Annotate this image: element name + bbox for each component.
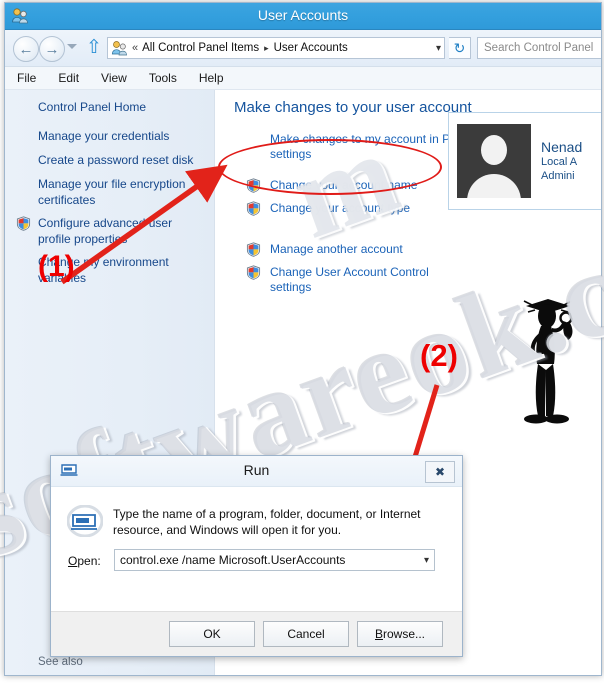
chevron-down-icon[interactable]: ▾ <box>424 555 429 566</box>
uac-shield-icon <box>16 216 31 231</box>
user-account-scope: Local A <box>541 156 578 168</box>
browse-accel: B <box>374 627 383 641</box>
sidebar-item-manage-credentials[interactable]: Manage your credentials <box>5 128 214 145</box>
sidebar-item-control-panel-home[interactable]: Control Panel Home <box>38 100 146 114</box>
run-dialog-body: Type the name of a program, folder, docu… <box>51 487 462 611</box>
address-overflow-chevron[interactable]: « <box>132 42 138 54</box>
uac-shield-icon <box>246 242 261 257</box>
user-meta: Nenad Local A Admini <box>541 139 582 183</box>
close-button[interactable]: ✖ <box>425 461 455 483</box>
sidebar-item-label: Manage your credentials <box>38 129 170 143</box>
breadcrumb-user-accounts[interactable]: User Accounts <box>274 42 348 54</box>
page-title: Make changes to your user account <box>234 99 472 116</box>
current-user-tile: Nenad Local A Admini <box>448 112 601 210</box>
menu-help[interactable]: Help <box>199 71 224 85</box>
navigation-bar: ← → ⇧ « All Control Panel Items ▸ User A… <box>5 30 601 67</box>
uac-shield-icon <box>246 178 261 193</box>
avatar-head <box>481 135 507 165</box>
refresh-icon: ↻ <box>453 39 466 56</box>
link-label: Change your account name <box>270 178 418 192</box>
run-dialog-title: Run <box>243 462 270 478</box>
refresh-button[interactable]: ↻ <box>449 37 471 59</box>
sidebar-item-environment-variables[interactable]: Change my environment variables <box>5 254 214 286</box>
window-titlebar: User Accounts <box>5 3 601 30</box>
open-label: Open: <box>68 554 101 568</box>
link-label: Change User Account Control settings <box>270 265 429 294</box>
breadcrumb-separator: ▸ <box>264 42 269 53</box>
menu-file[interactable]: File <box>17 71 36 85</box>
uac-shield-icon <box>246 201 261 216</box>
sidebar-item-label: Create a password reset disk <box>38 153 194 167</box>
breadcrumb-all-control-panel-items[interactable]: All Control Panel Items <box>142 42 259 54</box>
open-label-accel: O <box>68 554 78 568</box>
search-input[interactable]: Search Control Panel <box>477 37 601 59</box>
user-account-type: Admini <box>541 170 575 182</box>
sidebar-item-label: Configure advanced user profile properti… <box>38 216 173 246</box>
run-dialog-description: Type the name of a program, folder, docu… <box>113 507 421 537</box>
stick-figure-graduate-icon <box>508 292 588 442</box>
link-manage-another-account[interactable]: Manage another account <box>246 242 470 257</box>
see-also-label: See also <box>38 656 83 668</box>
address-bar[interactable]: « All Control Panel Items ▸ User Account… <box>107 37 445 59</box>
run-dialog-titlebar: Run ✖ <box>51 456 462 487</box>
up-arrow-icon[interactable]: ⇧ <box>85 38 103 58</box>
link-change-account-type[interactable]: Change your account type <box>246 201 470 216</box>
open-combobox[interactable]: control.exe /name Microsoft.UserAccounts… <box>114 549 435 571</box>
content-link-group-secondary: Manage another account Change User Accou… <box>246 242 470 303</box>
browse-button[interactable]: Browse... <box>357 621 443 647</box>
history-dropdown-icon[interactable] <box>67 44 77 49</box>
ok-button-label: OK <box>203 627 221 641</box>
link-label: Change your account type <box>270 201 411 215</box>
forward-button[interactable]: → <box>39 36 65 62</box>
screenshot-root: User Accounts ← → ⇧ « All Control Panel … <box>0 0 604 686</box>
link-change-uac-settings[interactable]: Change User Account Control settings <box>246 265 470 295</box>
cancel-button-label: Cancel <box>287 627 325 641</box>
link-label: Manage another account <box>270 242 403 256</box>
run-window-icon-large <box>66 504 104 538</box>
link-label: Make changes to my account in PC setting… <box>270 132 459 161</box>
menu-tools[interactable]: Tools <box>149 71 177 85</box>
sidebar-item-label: Manage your file encryption certificates <box>38 177 186 207</box>
close-icon: ✖ <box>434 465 446 479</box>
chevron-down-icon[interactable]: ▾ <box>436 43 441 54</box>
cancel-button[interactable]: Cancel <box>263 621 349 647</box>
window-title: User Accounts <box>257 7 349 23</box>
content-link-group-primary: Make changes to my account in PC setting… <box>246 132 470 224</box>
sidebar-item-file-encryption-certificates[interactable]: Manage your file encryption certificates <box>5 176 214 208</box>
uac-shield-icon <box>246 265 261 280</box>
run-dialog-footer: OK Cancel Browse... <box>51 611 462 656</box>
browse-button-label: Browse... <box>374 627 426 641</box>
ok-button[interactable]: OK <box>169 621 255 647</box>
menu-edit[interactable]: Edit <box>58 71 79 85</box>
back-arrow-icon: ← <box>18 40 34 58</box>
address-users-icon <box>111 40 128 56</box>
menu-view[interactable]: View <box>101 71 127 85</box>
user-name: Nenad <box>541 139 583 155</box>
avatar-body <box>467 174 521 198</box>
annotation-marker-1: (1) <box>38 250 75 283</box>
link-change-account-name[interactable]: Change your account name <box>246 178 470 193</box>
search-placeholder: Search Control Panel <box>484 42 594 54</box>
user-avatar-icon <box>457 124 531 198</box>
forward-arrow-icon: → <box>44 40 60 58</box>
menu-bar: File Edit View Tools Help <box>5 67 601 90</box>
sidebar-task-list: Manage your credentials Create a passwor… <box>5 128 214 293</box>
run-dialog: Run ✖ Type the name of a program, folder… <box>50 455 463 657</box>
back-button[interactable]: ← <box>13 36 39 62</box>
annotation-marker-2: (2) <box>420 338 458 373</box>
sidebar-item-advanced-user-profile[interactable]: Configure advanced user profile properti… <box>5 215 214 247</box>
open-value: control.exe /name Microsoft.UserAccounts <box>120 553 346 567</box>
sidebar-item-password-reset-disk[interactable]: Create a password reset disk <box>5 152 214 169</box>
link-make-changes-in-pc-settings[interactable]: Make changes to my account in PC setting… <box>246 132 470 162</box>
